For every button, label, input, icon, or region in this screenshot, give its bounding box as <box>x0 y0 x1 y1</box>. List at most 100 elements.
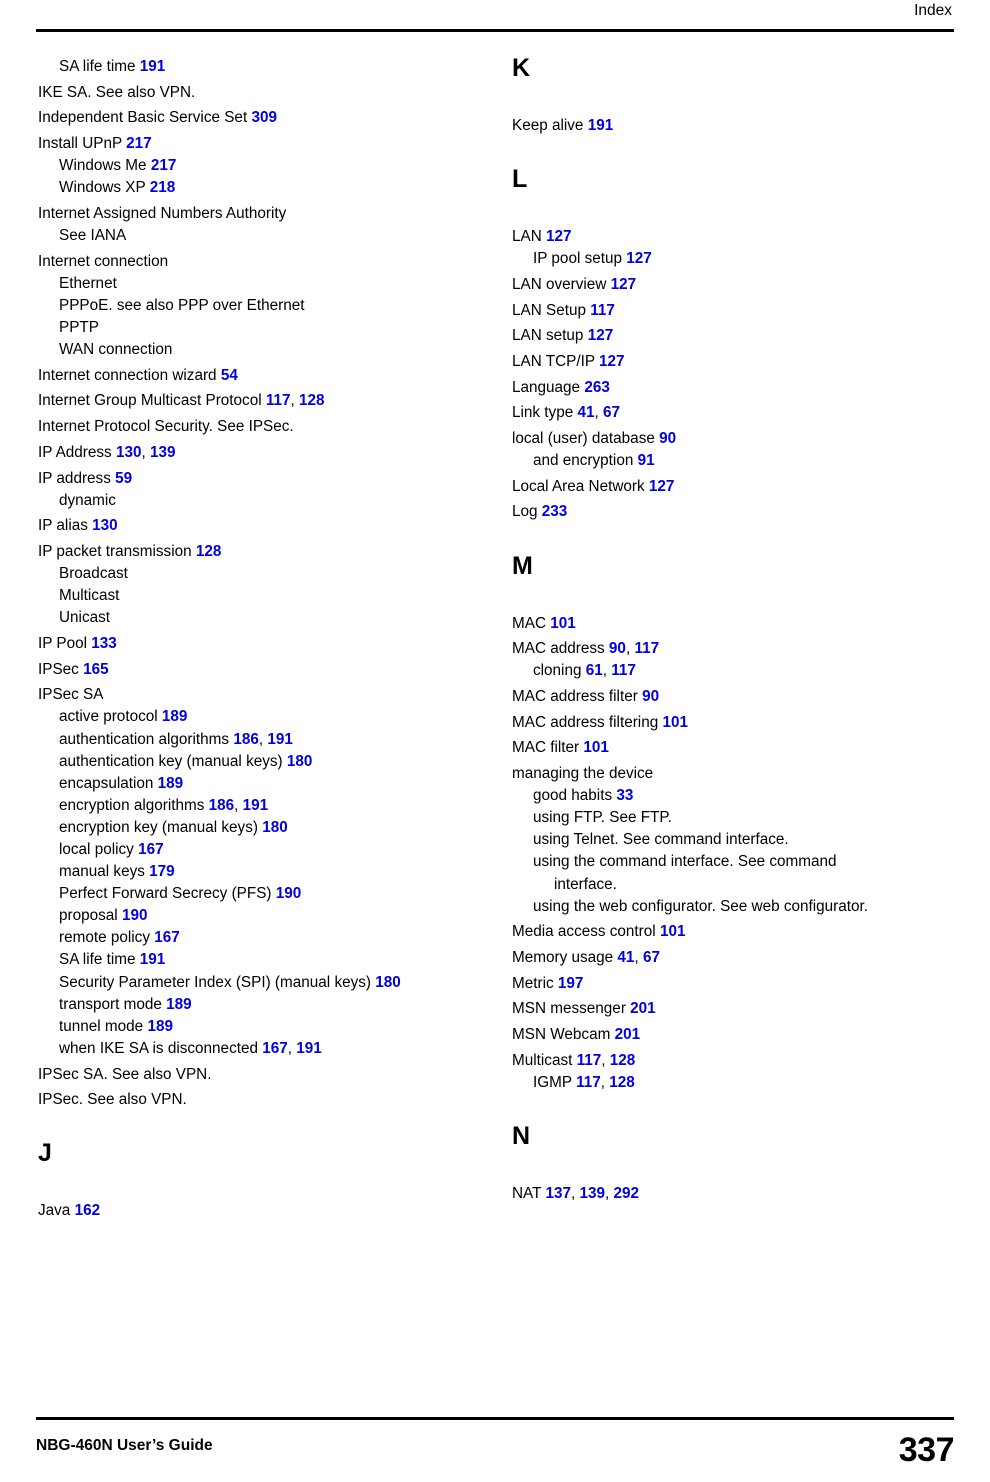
index-page-ref[interactable]: 189 <box>166 996 192 1013</box>
index-ref-separator: , <box>600 1073 610 1091</box>
index-page-ref[interactable]: 137 <box>545 1185 571 1202</box>
index-page-ref[interactable]: 101 <box>660 923 686 940</box>
index-entry: good habits 33 <box>512 785 982 807</box>
index-entry-label: Broadcast <box>59 565 128 583</box>
index-page-ref[interactable]: 139 <box>150 444 176 461</box>
index-page-ref[interactable]: 186 <box>233 731 259 748</box>
index-page-ref[interactable]: 67 <box>603 404 620 421</box>
index-page-ref[interactable]: 201 <box>630 1000 656 1017</box>
index-page-ref[interactable]: 197 <box>558 975 584 992</box>
index-entry-label: Windows XP <box>59 179 150 197</box>
index-page-ref[interactable]: 101 <box>662 714 688 731</box>
index-page-ref[interactable]: 117 <box>576 1074 601 1091</box>
index-entry-label: Unicast <box>59 609 111 627</box>
index-page-ref[interactable]: 165 <box>83 661 109 678</box>
index-page-ref[interactable]: 217 <box>126 135 152 152</box>
index-page-ref[interactable]: 128 <box>196 543 222 560</box>
index-entry-label: manual keys <box>59 863 150 881</box>
index-page-ref[interactable]: 117 <box>266 392 291 409</box>
index-page-ref[interactable]: 292 <box>614 1185 640 1202</box>
index-entry-label: LAN TCP/IP <box>512 352 600 370</box>
index-page-ref[interactable]: 133 <box>91 635 117 652</box>
index-page-ref[interactable]: 167 <box>154 929 180 946</box>
index-entry-label: WAN connection <box>59 341 173 359</box>
index-page-ref[interactable]: 127 <box>626 250 652 267</box>
index-page-ref[interactable]: 190 <box>122 907 148 924</box>
index-page-ref[interactable]: 201 <box>615 1026 641 1043</box>
index-page-ref[interactable]: 41 <box>617 949 634 966</box>
index-page-ref[interactable]: 191 <box>243 797 269 814</box>
index-page-ref[interactable]: 128 <box>299 392 325 409</box>
index-page-ref[interactable]: 162 <box>75 1202 101 1219</box>
index-page-ref[interactable]: 130 <box>116 444 142 461</box>
index-page-ref[interactable]: 263 <box>584 379 610 396</box>
index-page-ref[interactable]: 33 <box>616 787 633 804</box>
index-page-ref[interactable]: 90 <box>659 430 676 447</box>
index-page-ref[interactable]: 191 <box>267 731 293 748</box>
index-entry: using Telnet. See command interface. <box>512 829 982 851</box>
index-entry: IPSec SA. See also VPN. <box>38 1064 508 1086</box>
index-page-ref[interactable]: 180 <box>375 974 401 991</box>
index-entry: Language 263 <box>512 377 982 399</box>
index-page-ref[interactable]: 189 <box>162 708 188 725</box>
index-page-ref[interactable]: 90 <box>609 640 626 657</box>
index-entry: Memory usage 41, 67 <box>512 947 982 969</box>
index-column-right: K Keep alive 191 L LAN 127 IP pool setup 127… <box>512 56 982 1205</box>
index-section-letter: J <box>38 1139 52 1168</box>
index-page-ref[interactable]: 191 <box>296 1040 322 1057</box>
index-entry: LAN overview 127 <box>512 274 982 296</box>
index-page-ref[interactable]: 309 <box>251 109 277 126</box>
index-page-ref[interactable]: 128 <box>609 1074 635 1091</box>
index-entry: LAN setup 127 <box>512 325 982 347</box>
index-page-ref[interactable]: 191 <box>140 951 166 968</box>
index-entry-label: using the command interface. See command <box>533 853 837 871</box>
index-page-ref[interactable]: 90 <box>642 688 659 705</box>
index-entry-label: interface. <box>554 875 617 893</box>
index-page-ref[interactable]: 54 <box>221 367 238 384</box>
index-entry: transport mode 189 <box>38 994 508 1016</box>
index-section-letter: L <box>512 165 528 194</box>
index-page-ref[interactable]: 217 <box>151 157 177 174</box>
index-page-ref[interactable]: 167 <box>262 1040 288 1057</box>
index-entry-label: SA life time <box>59 951 140 969</box>
index-page-ref[interactable]: 117 <box>611 662 636 679</box>
index-page-ref[interactable]: 101 <box>550 615 576 632</box>
index-page-ref[interactable]: 127 <box>649 478 675 495</box>
index-page-ref[interactable]: 190 <box>276 885 302 902</box>
index-page-ref[interactable]: 127 <box>588 327 614 344</box>
index-page-ref[interactable]: 139 <box>579 1185 605 1202</box>
index-page-ref[interactable]: 189 <box>147 1018 173 1035</box>
index-entry: PPTP <box>38 317 508 339</box>
index-page-ref[interactable]: 67 <box>643 949 660 966</box>
index-entry: IPSec. See also VPN. <box>38 1089 508 1111</box>
index-entry: Internet Group Multicast Protocol 117, 1… <box>38 390 508 412</box>
index-page-ref[interactable]: 117 <box>590 302 615 319</box>
index-page-ref[interactable]: 191 <box>588 117 614 134</box>
index-page-ref[interactable]: 117 <box>634 640 659 657</box>
index-page-ref[interactable]: 218 <box>150 179 176 196</box>
index-page-ref[interactable]: 130 <box>92 517 118 534</box>
index-entry: Internet connection wizard 54 <box>38 365 508 387</box>
index-page-ref[interactable]: 128 <box>610 1052 636 1069</box>
index-page-ref[interactable]: 101 <box>583 739 609 756</box>
index-entry-label: Media access control <box>512 923 660 941</box>
index-page-ref[interactable]: 167 <box>138 841 164 858</box>
index-page-ref[interactable]: 61 <box>586 662 603 679</box>
index-page-ref[interactable]: 117 <box>577 1052 602 1069</box>
index-page-ref[interactable]: 189 <box>158 775 184 792</box>
index-page-ref[interactable]: 180 <box>262 819 288 836</box>
index-page-ref[interactable]: 127 <box>599 353 625 370</box>
index-page-ref[interactable]: 91 <box>638 452 655 469</box>
index-entry: WAN connection <box>38 339 508 361</box>
index-page-ref[interactable]: 127 <box>611 276 637 293</box>
index-page-ref[interactable]: 127 <box>546 228 572 245</box>
index-entry-label: encapsulation <box>59 774 158 792</box>
index-page-ref[interactable]: 59 <box>115 470 132 487</box>
index-page-ref[interactable]: 186 <box>209 797 235 814</box>
index-page-ref[interactable]: 191 <box>140 58 166 75</box>
index-page-ref[interactable]: 41 <box>577 404 594 421</box>
index-page-ref[interactable]: 233 <box>542 503 568 520</box>
index-entry: IP packet transmission 128 <box>38 541 508 563</box>
index-page-ref[interactable]: 180 <box>287 753 313 770</box>
index-page-ref[interactable]: 179 <box>149 863 175 880</box>
